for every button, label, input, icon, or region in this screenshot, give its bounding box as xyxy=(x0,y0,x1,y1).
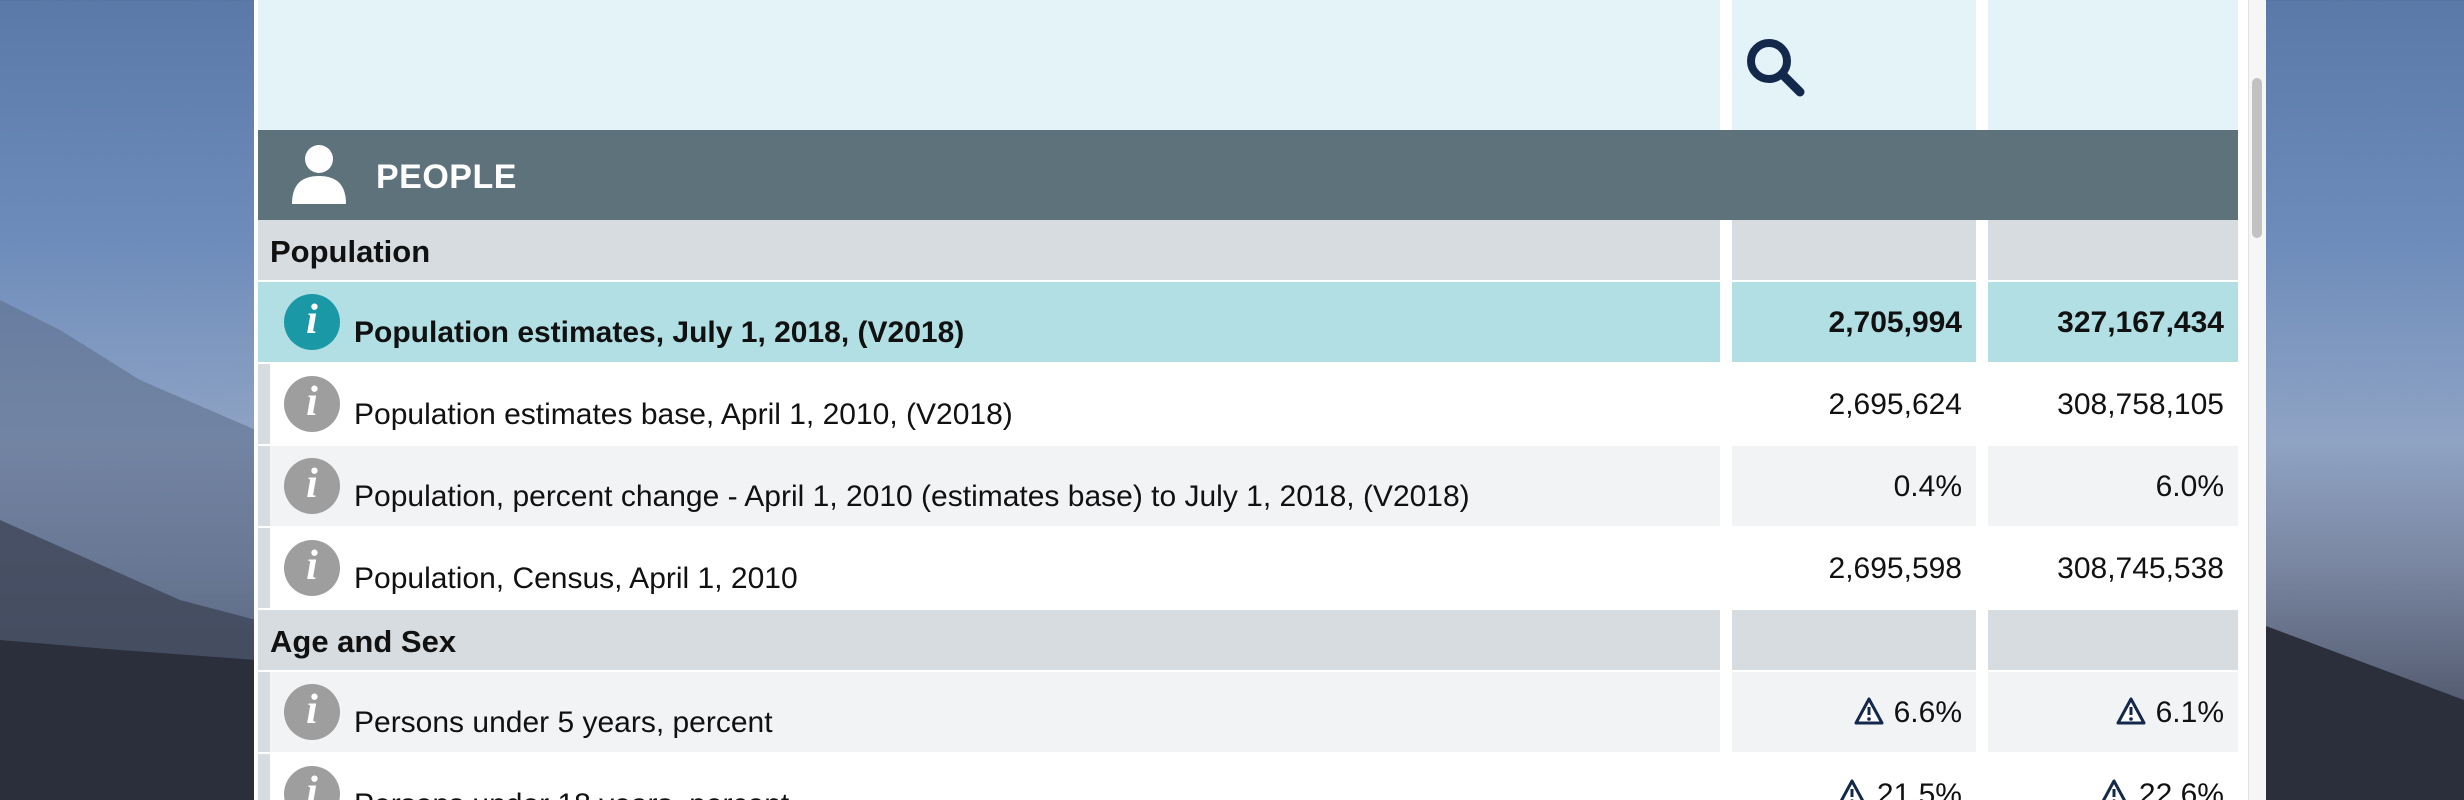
section-header-people: PEOPLE xyxy=(258,130,2238,220)
value-col1: 21.5% xyxy=(1837,778,1962,800)
page-scrollbar-thumb[interactable] xyxy=(2252,78,2262,238)
row-label: Population, Census, April 1, 2010 xyxy=(354,562,798,595)
info-icon[interactable]: i xyxy=(284,766,340,800)
value-col2: 6.1% xyxy=(2116,696,2224,730)
search-icon[interactable] xyxy=(1744,36,1808,100)
table-row[interactable]: i Population estimates base, April 1, 20… xyxy=(258,364,2238,444)
table-row[interactable]: i Persons under 18 years, percent 21.5% … xyxy=(258,754,2238,800)
group-header-age-and-sex: Age and Sex xyxy=(258,610,2238,670)
desktop-background-right xyxy=(2250,0,2464,800)
desktop-background-left xyxy=(0,0,256,800)
value-col2: 327,167,434 xyxy=(2057,306,2224,339)
value-col1: 6.6% xyxy=(1854,696,1962,730)
warning-icon[interactable] xyxy=(2099,779,2129,800)
value-col1: 2,695,598 xyxy=(1828,552,1962,585)
value-col2: 22.6% xyxy=(2099,778,2224,800)
value-col1: 2,705,994 xyxy=(1828,306,1962,339)
info-icon[interactable]: i xyxy=(284,684,340,740)
value-col2: 6.0% xyxy=(2155,470,2224,503)
row-label: Persons under 5 years, percent xyxy=(354,706,773,739)
person-icon xyxy=(292,145,346,204)
value-col1: 2,695,624 xyxy=(1828,388,1962,421)
warning-icon[interactable] xyxy=(1854,697,1884,725)
info-icon[interactable]: i xyxy=(284,294,340,350)
warning-icon[interactable] xyxy=(1837,779,1867,800)
info-icon[interactable]: i xyxy=(284,458,340,514)
row-label: Population estimates, July 1, 2018, (V20… xyxy=(354,316,965,349)
table-header-strip xyxy=(258,0,2238,130)
table-row[interactable]: i Population, percent change - April 1, … xyxy=(258,446,2238,526)
info-icon[interactable]: i xyxy=(284,540,340,596)
row-label: Persons under 18 years, percent xyxy=(354,788,789,800)
warning-icon[interactable] xyxy=(2116,697,2146,725)
group-header-population: Population xyxy=(258,220,2238,280)
value-col2: 308,758,105 xyxy=(2057,388,2224,421)
group-title: Age and Sex xyxy=(270,624,457,659)
table-row[interactable]: i Population estimates, July 1, 2018, (V… xyxy=(258,282,2238,362)
row-label: Population, percent change - April 1, 20… xyxy=(354,480,1470,513)
row-label: Population estimates base, April 1, 2010… xyxy=(354,398,1013,431)
value-col1: 0.4% xyxy=(1893,470,1962,503)
group-title: Population xyxy=(270,234,431,269)
info-icon[interactable]: i xyxy=(284,376,340,432)
table-row[interactable]: i Population, Census, April 1, 2010 2,69… xyxy=(258,528,2238,608)
section-title: PEOPLE xyxy=(376,158,517,196)
table-row[interactable]: i Persons under 5 years, percent 6.6% 6.… xyxy=(258,672,2238,752)
value-col2: 308,745,538 xyxy=(2057,552,2224,585)
